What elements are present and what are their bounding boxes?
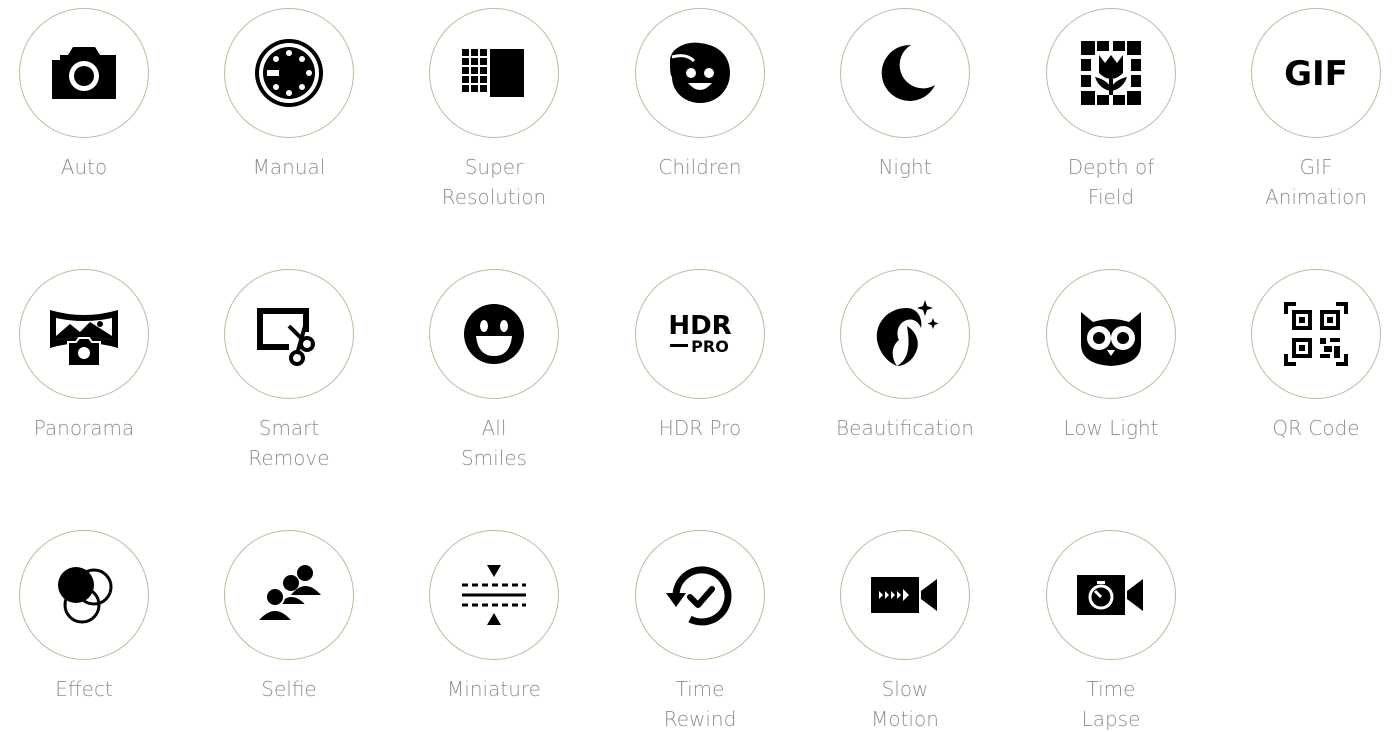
mode-miniature[interactable]: Miniature (404, 530, 584, 704)
tilt-shift-icon (462, 565, 526, 625)
mode-selfie-ring[interactable] (224, 530, 354, 660)
mode-auto[interactable]: Auto (0, 8, 174, 182)
mode-selfie[interactable]: Selfie (199, 530, 379, 704)
mode-selfie-label: Selfie (261, 677, 317, 701)
mode-qr-code[interactable]: QR Code (1226, 269, 1395, 443)
mode-time-lapse-ring[interactable] (1046, 530, 1176, 660)
panorama-icon (50, 310, 118, 367)
mode-smart-remove-ring[interactable] (224, 269, 354, 399)
mode-effect[interactable]: Effect (0, 530, 174, 704)
mode-qr-code-ring[interactable] (1251, 269, 1381, 399)
mode-manual-label: Manual (252, 155, 326, 179)
mode-slow-motion-ring[interactable] (840, 530, 970, 660)
mode-children-label: Children (658, 155, 742, 179)
mode-gif-animation-ring[interactable]: GIF (1251, 8, 1381, 138)
manual-dial-icon (255, 39, 323, 107)
mode-hdr-pro-label: HDR Pro (658, 416, 742, 440)
timelapse-video-icon (1077, 575, 1143, 615)
group-selfie-icon (254, 565, 321, 622)
mode-panorama-ring[interactable] (19, 269, 149, 399)
mode-time-lapse[interactable]: Time Lapse (1021, 530, 1201, 732)
mode-depth-of-field-ring[interactable] (1046, 8, 1176, 138)
mode-manual-ring[interactable] (224, 8, 354, 138)
mode-all-smiles[interactable]: All Smiles (404, 269, 584, 473)
mode-miniature-ring[interactable] (429, 530, 559, 660)
scissors-frame-icon (257, 308, 315, 366)
mode-effect-ring[interactable] (19, 530, 149, 660)
moon-icon (881, 44, 935, 101)
smiley-icon (464, 304, 524, 364)
mode-super-resolution-label: Super Resolution (441, 155, 547, 209)
mode-night-label: Night (878, 155, 932, 179)
rewind-check-icon (666, 566, 732, 626)
beauty-face-icon (876, 300, 939, 366)
camera-icon (52, 47, 116, 99)
gif-icon: GIF (1284, 54, 1348, 94)
child-face-icon (670, 42, 730, 103)
mode-time-rewind[interactable]: Time Rewind (610, 530, 790, 732)
mode-gif-animation-label: GIF Animation (1265, 155, 1367, 209)
mode-all-smiles-ring[interactable] (429, 269, 559, 399)
mode-smart-remove-label: Smart Remove (248, 416, 330, 470)
mode-low-light-ring[interactable] (1046, 269, 1176, 399)
mode-depth-of-field-label: Depth of Field (1067, 155, 1155, 209)
mode-effect-label: Effect (55, 677, 113, 701)
mode-all-smiles-label: All Smiles (460, 416, 527, 470)
hdr-pro-icon: HDR PRO (668, 311, 731, 356)
mode-hdr-pro-ring[interactable]: HDR PRO (635, 269, 765, 399)
mode-children-ring[interactable] (635, 8, 765, 138)
svg-text:GIF: GIF (1284, 54, 1348, 94)
slow-motion-video-icon (871, 577, 937, 613)
mode-night[interactable]: Night (815, 8, 995, 182)
mode-low-light[interactable]: Low Light (1021, 269, 1201, 443)
mode-night-ring[interactable] (840, 8, 970, 138)
mode-super-resolution-ring[interactable] (429, 8, 559, 138)
mode-time-lapse-label: Time Lapse (1081, 677, 1141, 731)
mode-panorama-label: Panorama (33, 416, 135, 440)
mode-slow-motion[interactable]: Slow Motion (815, 530, 995, 732)
mode-time-rewind-ring[interactable] (635, 530, 765, 660)
owl-icon (1081, 312, 1141, 366)
mode-qr-code-label: QR Code (1272, 416, 1360, 440)
camera-modes-grid: Auto Manual Super Resolution Children Ni… (0, 0, 1395, 732)
mode-children[interactable]: Children (610, 8, 790, 182)
mode-slow-motion-label: Slow Motion (871, 677, 939, 731)
svg-text:PRO: PRO (691, 337, 729, 356)
mode-time-rewind-label: Time Rewind (663, 677, 737, 731)
flower-frame-icon (1081, 41, 1141, 105)
mode-auto-ring[interactable] (19, 8, 149, 138)
mode-hdr-pro[interactable]: HDR PRO HDR Pro (610, 269, 790, 443)
mode-gif-animation[interactable]: GIF GIF Animation (1226, 8, 1395, 212)
overlap-circles-icon (58, 567, 113, 624)
mode-smart-remove[interactable]: Smart Remove (199, 269, 379, 473)
mode-super-resolution[interactable]: Super Resolution (404, 8, 584, 212)
qr-code-icon (1284, 302, 1348, 366)
mode-low-light-label: Low Light (1063, 416, 1159, 440)
mode-auto-label: Auto (60, 155, 108, 179)
mode-manual[interactable]: Manual (199, 8, 379, 182)
super-resolution-icon (462, 49, 524, 97)
mode-beautification[interactable]: Beautification (815, 269, 995, 443)
mode-miniature-label: Miniature (447, 677, 541, 701)
mode-panorama[interactable]: Panorama (0, 269, 174, 443)
mode-beautification-label: Beautification (836, 416, 974, 440)
mode-depth-of-field[interactable]: Depth of Field (1021, 8, 1201, 212)
mode-beautification-ring[interactable] (840, 269, 970, 399)
